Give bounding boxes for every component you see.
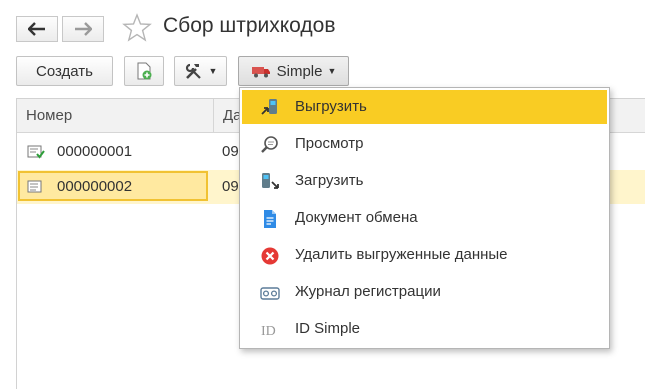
menu-item-upload[interactable]: Выгрузить xyxy=(242,90,607,124)
scanner-download-icon xyxy=(262,173,279,189)
document-icon xyxy=(27,180,42,193)
simple-dropdown-menu: Выгрузить Просмотр Загрузить Документ об… xyxy=(239,87,610,349)
chevron-down-icon: ▼ xyxy=(327,66,337,76)
row-date: 09 xyxy=(222,178,239,195)
menu-item-id-simple[interactable]: ID ID Simple xyxy=(242,312,607,346)
row-date: 09 xyxy=(222,143,239,160)
star-icon[interactable] xyxy=(121,12,153,44)
copy-button[interactable] xyxy=(124,56,164,86)
menu-item-view[interactable]: Просмотр xyxy=(242,127,607,161)
forward-button[interactable] xyxy=(62,16,104,42)
create-button[interactable]: Создать xyxy=(16,56,113,86)
wrench-hammer-icon xyxy=(185,63,201,79)
arrow-right-icon xyxy=(75,22,92,36)
truck-icon xyxy=(251,67,270,78)
document-blue-icon xyxy=(264,210,276,228)
create-button-label: Создать xyxy=(35,62,93,80)
document-add-icon xyxy=(137,62,152,80)
menu-item-download[interactable]: Загрузить xyxy=(242,164,607,198)
row-number: 000000002 xyxy=(57,178,133,195)
page-title: Сбор штрихкодов xyxy=(163,14,336,37)
column-header-number[interactable]: Номер xyxy=(17,99,214,133)
magnifier-icon xyxy=(261,136,278,153)
delete-red-icon xyxy=(261,247,279,265)
simple-button-label: Simple xyxy=(276,62,323,80)
arrow-left-icon xyxy=(28,22,45,36)
log-icon xyxy=(260,287,280,300)
menu-item-exchange-document[interactable]: Документ обмена xyxy=(242,201,607,235)
menu-item-event-log[interactable]: Журнал регистрации xyxy=(242,275,607,309)
simple-menu-button[interactable]: Simple ▼ xyxy=(238,56,349,86)
chevron-down-icon: ▼ xyxy=(208,66,218,76)
id-icon: ID xyxy=(261,324,276,339)
tools-menu-button[interactable]: ▼ xyxy=(174,56,227,86)
svg-text:ID: ID xyxy=(261,324,276,339)
back-button[interactable] xyxy=(16,16,58,42)
document-check-icon xyxy=(27,145,45,159)
scanner-upload-icon xyxy=(261,99,277,115)
row-number: 000000001 xyxy=(57,143,133,160)
menu-item-delete-uploaded[interactable]: Удалить выгруженные данные xyxy=(242,238,607,272)
